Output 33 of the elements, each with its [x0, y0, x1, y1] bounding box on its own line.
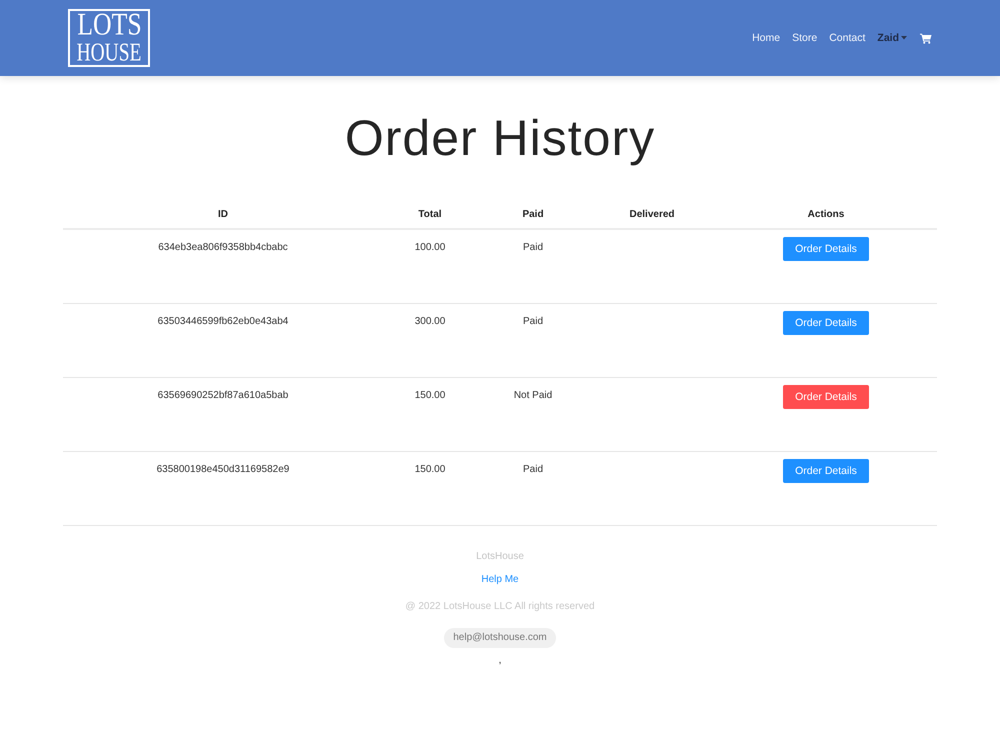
email-link[interactable]: help@lotshouse.com: [444, 628, 556, 648]
order-total: 150.00: [414, 389, 446, 402]
order-id: 635800198e450d31169582e9: [156, 463, 290, 476]
column-header: Total: [418, 208, 442, 221]
nav-link[interactable]: Home: [752, 32, 780, 44]
order-details-button[interactable]: Order Details: [783, 237, 869, 261]
payment-status: Paid: [522, 315, 543, 328]
payment-status: Paid: [522, 241, 543, 254]
order-details-button[interactable]: Order Details: [783, 459, 869, 483]
caret-icon: [901, 36, 907, 40]
column-header: Delivered: [629, 208, 675, 221]
nav-link[interactable]: Contact: [829, 32, 866, 44]
order-total: 300.00: [414, 315, 446, 328]
column-header: Actions: [808, 208, 844, 221]
column-header: ID: [218, 208, 228, 221]
order-total: 150.00: [414, 463, 446, 476]
order-id: 63503446599fb62eb0e43ab4: [158, 315, 288, 328]
help-link[interactable]: Help Me: [481, 573, 519, 587]
order-details-button[interactable]: Order Details: [783, 385, 869, 409]
payment-status: Not Paid: [514, 389, 552, 402]
payment-status: Paid: [522, 463, 543, 476]
order-id: 63569690252bf87a610a5bab: [158, 389, 288, 402]
nav-link[interactable]: Store: [792, 32, 818, 44]
column-header: Paid: [522, 208, 544, 221]
order-id: 634eb3ea806f9358bb4cbabc: [158, 241, 288, 254]
logo[interactable]: LOTS HOUSE: [68, 9, 150, 67]
order-details-button[interactable]: Order Details: [783, 311, 869, 335]
page-title: Order History: [344, 109, 656, 168]
footer-mark: ,: [498, 655, 502, 667]
cart-icon[interactable]: [920, 32, 932, 44]
footer-brand: LotsHouse: [476, 550, 524, 564]
order-total: 100.00: [414, 241, 446, 254]
user-menu[interactable]: Zaid: [877, 32, 907, 44]
